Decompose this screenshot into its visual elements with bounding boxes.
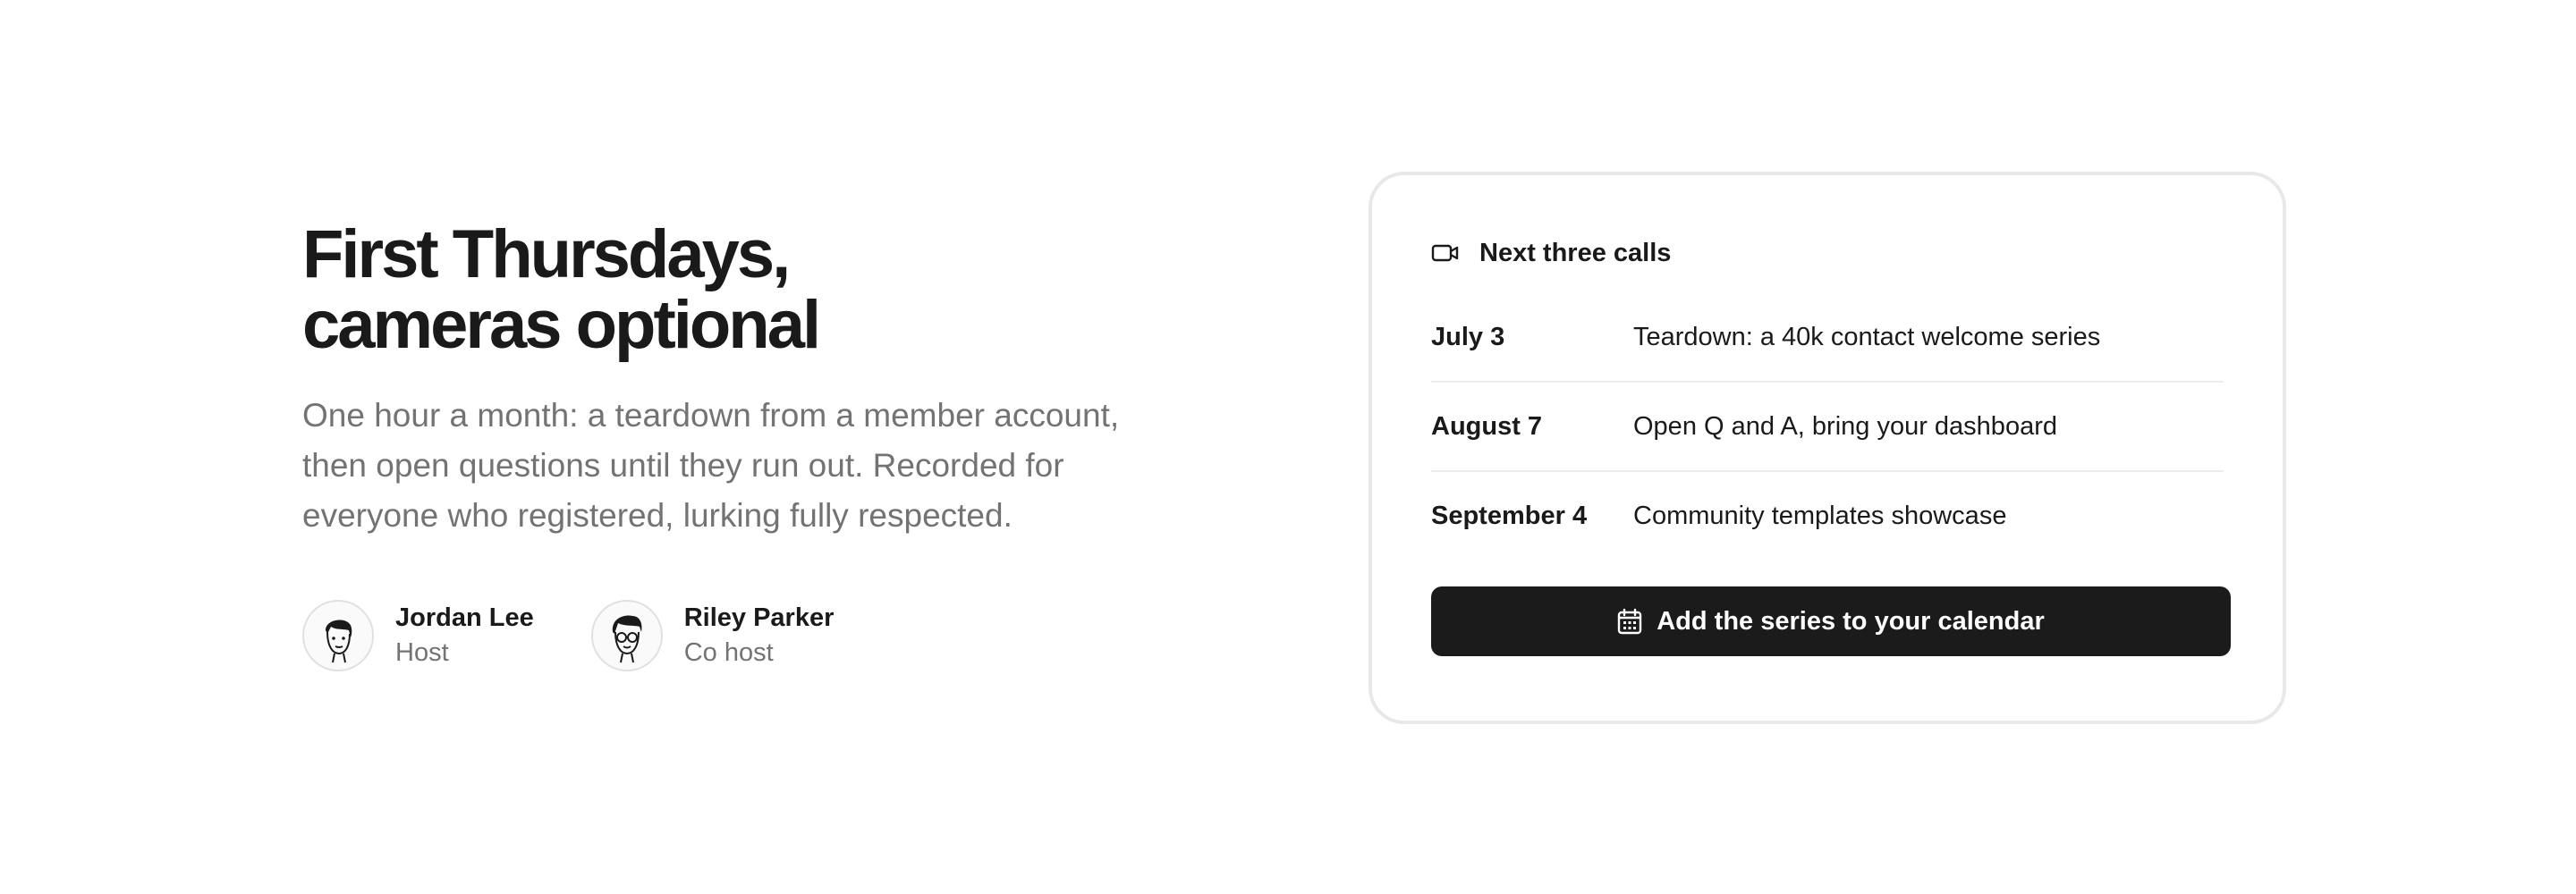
avatar	[590, 600, 663, 671]
list-item: August 7 Open Q and A, bring your dashbo…	[1431, 383, 2224, 472]
avatar-icon	[612, 615, 642, 663]
add-to-calendar-button[interactable]: Add the series to your calendar	[1431, 586, 2231, 656]
event-description: One hour a month: a teardown from a memb…	[302, 397, 1120, 534]
title-line-2: cameras optional	[302, 287, 821, 363]
avatar-icon	[326, 620, 352, 663]
list-item: September 4 Community templates showcase	[1431, 472, 2224, 560]
host-item: Jordan Lee Host	[302, 600, 534, 671]
call-date: August 7	[1431, 411, 1543, 441]
calendar-icon	[1618, 608, 1642, 635]
calls-card: Next three calls July 3 Teardown: a 40k …	[1368, 172, 2286, 724]
host-name: Jordan Lee	[395, 603, 534, 632]
event-intro: First Thursdays, cameras optional One ho…	[302, 219, 1197, 671]
video-camera-icon	[1431, 244, 1459, 262]
cta-label: Add the series to your calendar	[1657, 606, 2045, 636]
card-title: Next three calls	[1479, 238, 1672, 267]
call-topic: Community templates showcase	[1633, 501, 2007, 530]
list-item: July 3 Teardown: a 40k contact welcome s…	[1431, 293, 2224, 383]
host-name: Riley Parker	[683, 603, 835, 632]
call-date: July 3	[1431, 322, 1505, 351]
host-role: Host	[395, 638, 449, 667]
hosts-list: Jordan Lee Host Riley Parker Co host	[302, 600, 1197, 671]
call-date: September 4	[1431, 501, 1588, 530]
host-item: Riley Parker Co host	[590, 600, 835, 671]
call-topic: Teardown: a 40k contact welcome series	[1633, 322, 2101, 351]
page-title: First Thursdays, cameras optional	[302, 219, 1197, 360]
call-topic: Open Q and A, bring your dashboard	[1633, 411, 2057, 441]
card-header: Next three calls	[1431, 222, 2224, 284]
title-line-1: First Thursdays,	[302, 216, 791, 292]
avatar	[302, 600, 374, 671]
host-role: Co host	[683, 638, 774, 667]
calls-list: July 3 Teardown: a 40k contact welcome s…	[1431, 293, 2224, 560]
